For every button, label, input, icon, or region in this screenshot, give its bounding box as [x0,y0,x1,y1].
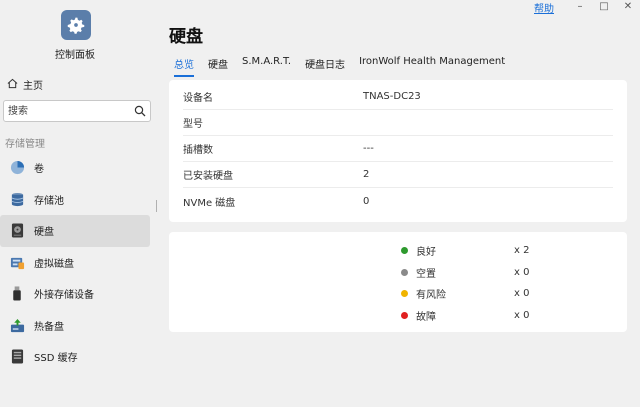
sidebar-item-label: 热备盘 [34,321,64,333]
status-dot-failed [401,311,408,319]
status-label: 良好 [416,246,436,258]
status-label: 故障 [416,311,436,323]
info-value: 0 [363,195,370,207]
page-title: 硬盘 [169,27,203,47]
home-label: 主页 [23,81,43,92]
sidebar-item-storage-pool[interactable]: 存储池 [0,184,150,216]
info-row-installed-disks: 已安装硬盘 2 [183,162,613,188]
sidebar-item-volume[interactable]: 卷 [0,152,150,184]
search-icon[interactable] [134,105,146,120]
status-dot-empty [401,268,408,276]
section-label-storage: 存储管理 [5,139,45,150]
info-row-slots: 插槽数 --- [183,136,613,162]
sidebar-item-label: 存储池 [34,195,64,207]
info-key: 型号 [183,119,203,130]
virtual-disk-icon [9,254,25,270]
status-count: x 0 [514,266,530,278]
device-info-card: 设备名 TNAS-DC23 型号 插槽数 --- 已安装硬盘 2 NVMe 磁盘… [169,80,627,222]
disk-status-card: 良好 x 2 空置 x 0 有风险 x 0 故障 x 0 [169,232,627,332]
status-dot-good [401,246,408,254]
sidebar-item-label: 虚拟磁盘 [34,258,74,270]
status-row-at-risk: 有风险 x 0 [401,286,601,301]
status-label: 空置 [416,268,436,280]
storage-pool-icon [9,191,25,207]
home-icon [7,78,18,92]
sidebar-item-label: 硬盘 [34,227,54,239]
home-link[interactable]: 主页 [7,77,43,92]
info-row-model: 型号 [183,110,613,136]
tab-bar: 总览 硬盘 S.M.A.R.T. 硬盘日志 IronWolf Health Ma… [174,56,519,77]
sidebar-item-virtual-disk[interactable]: 虚拟磁盘 [0,247,150,279]
hot-spare-icon [9,317,25,333]
status-count: x 0 [514,309,530,321]
main-panel: 硬盘 总览 硬盘 S.M.A.R.T. 硬盘日志 IronWolf Health… [158,0,640,407]
info-row-device-name: 设备名 TNAS-DC23 [183,84,613,110]
tab-smart[interactable]: S.M.A.R.T. [242,56,291,77]
status-dot-at-risk [401,289,408,297]
status-row-good: 良好 x 2 [401,243,601,258]
info-key: NVMe 磁盘 [183,197,236,209]
status-count: x 0 [514,287,530,299]
sidebar: 控制面板 主页 存储管理 卷 存储池 硬盘 [0,0,158,407]
sidebar-item-label: 卷 [34,164,44,176]
sidebar-item-hard-disk[interactable]: 硬盘 [0,215,150,247]
app-title: 控制面板 [55,50,95,61]
tab-overview[interactable]: 总览 [174,56,194,77]
usb-drive-icon [9,286,25,302]
hard-disk-icon [9,223,25,239]
info-key: 设备名 [183,93,213,104]
info-value: 2 [363,169,370,180]
ssd-cache-icon [9,349,25,365]
sidebar-item-hot-spare[interactable]: 热备盘 [0,310,150,342]
tab-ironwolf-health[interactable]: IronWolf Health Management [359,56,505,77]
info-row-nvme-disks: NVMe 磁盘 0 [183,188,613,214]
info-key: 插槽数 [183,145,213,156]
info-key: 已安装硬盘 [183,171,233,182]
info-value: --- [363,143,374,154]
search-input[interactable] [8,104,128,118]
sidebar-item-label: SSD 缓存 [34,353,78,365]
sidebar-item-ssd-cache[interactable]: SSD 缓存 [0,341,150,373]
status-row-empty: 空置 x 0 [401,265,601,280]
status-row-failed: 故障 x 0 [401,308,601,323]
sidebar-item-label: 外接存储设备 [34,290,94,302]
tab-hard-disk[interactable]: 硬盘 [208,56,228,77]
sidebar-scrollbar[interactable] [156,200,157,212]
status-count: x 2 [514,244,530,256]
sidebar-nav: 卷 存储池 硬盘 虚拟磁盘 外接存储设备 热备盘 SSD 缓存 [0,152,150,373]
status-label: 有风险 [416,289,446,301]
info-value: TNAS-DC23 [363,91,421,102]
volume-pie-icon [9,160,25,176]
tab-disk-log[interactable]: 硬盘日志 [305,56,345,77]
control-panel-gear-icon [61,10,91,40]
search-box[interactable] [3,100,151,122]
sidebar-item-external-storage[interactable]: 外接存储设备 [0,278,150,310]
